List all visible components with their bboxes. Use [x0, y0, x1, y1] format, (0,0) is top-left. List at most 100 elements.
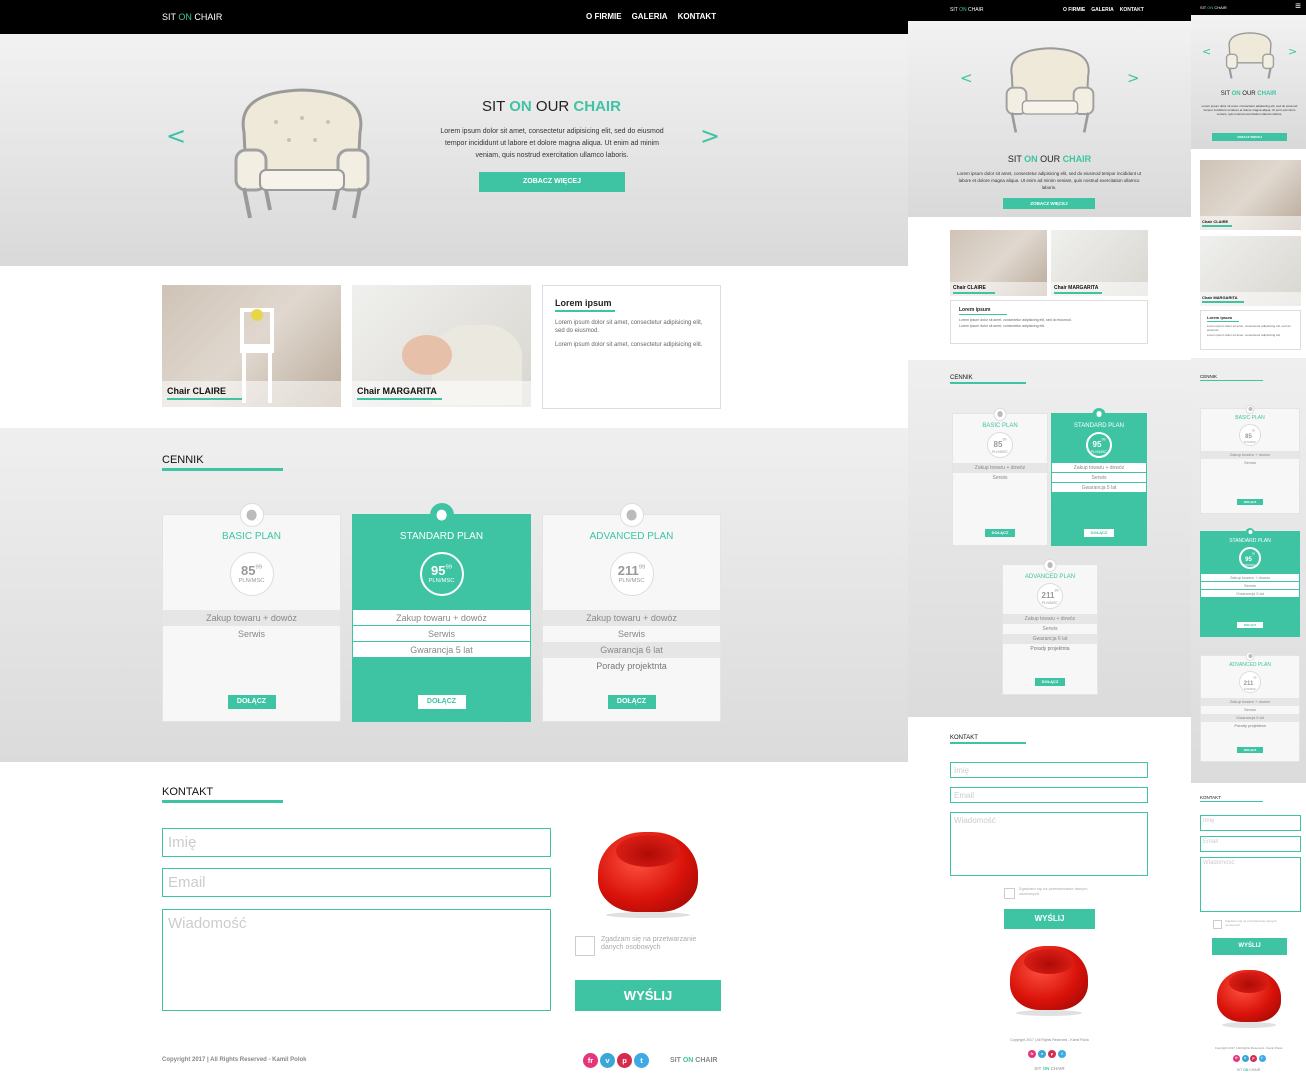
agree-label: Zgadzam się na przetwarzanie danych osob…: [601, 936, 697, 952]
message-textarea[interactable]: Wiadomość: [162, 909, 551, 1011]
plan-feature: Gwarancja 6 lat: [1003, 634, 1097, 644]
join-button[interactable]: DOŁĄCZ: [985, 529, 1015, 537]
agree-checkbox[interactable]: [575, 936, 595, 956]
plan-feature: Porady projektnta: [543, 658, 720, 674]
name-input[interactable]: Imię: [950, 762, 1148, 778]
plan-title: ADVANCED PLAN: [589, 531, 674, 542]
plan-feature: Gwarancja 6 lat: [1201, 714, 1299, 722]
plan-feature: Zakup towaru + dowóz: [163, 610, 340, 626]
email-input[interactable]: Email: [162, 868, 551, 897]
lorem-title: Lorem ipsum: [555, 298, 612, 308]
send-button[interactable]: WYŚLIJ: [1004, 909, 1095, 929]
nav-item-kontakt[interactable]: KONTAKT: [1120, 7, 1144, 13]
twitter-icon[interactable]: t: [1058, 1050, 1066, 1058]
message-textarea[interactable]: Wiadomość: [1200, 857, 1301, 912]
name-input[interactable]: Imię: [1200, 815, 1301, 831]
pricing-card: STANDARD PLAN 9599 PLN/MSC Zakup towaru + d…: [1200, 527, 1300, 637]
gallery-item-margarita[interactable]: Chair MARGARITA: [352, 285, 531, 407]
pricing-card: BASIC PLAN 8599 PLN/MSC Zakup towaru + dowó…: [1200, 404, 1300, 514]
see-more-button[interactable]: ZOBACZ WIĘCEJ: [479, 172, 625, 192]
brand-logo[interactable]: SIT ON CHAIR: [1200, 5, 1227, 10]
footer-brand: SIT ON CHAIR: [1236, 1068, 1261, 1072]
see-more-button[interactable]: ZOBACZ WIĘCEJ: [1003, 198, 1095, 209]
plan-features: Zakup towaru + dowóz Serwis Gwarancja 6 la…: [1201, 698, 1299, 730]
gallery-caption: Chair CLAIRE: [167, 386, 227, 396]
gallery-item-claire[interactable]: Chair CLAIRE: [1200, 160, 1301, 230]
vimeo-icon[interactable]: v: [1038, 1050, 1046, 1058]
section-title: KONTAKT: [950, 735, 1026, 744]
plan-feature: Porady projektnta: [1003, 644, 1097, 654]
name-input[interactable]: Imię: [162, 828, 551, 857]
gallery-item-claire[interactable]: Chair CLAIRE: [950, 230, 1047, 296]
gallery-item-margarita[interactable]: Chair MARGARITA: [1200, 236, 1301, 306]
navbar: SIT ON CHAIR O FIRMIE GALERIA KONTAKT: [0, 0, 908, 34]
pinterest-icon[interactable]: p: [1250, 1055, 1257, 1062]
hamburger-menu-icon[interactable]: ≡: [1295, 1, 1301, 12]
email-input[interactable]: Email: [1200, 836, 1301, 852]
plan-pin-icon: [239, 503, 264, 527]
section-title: KONTAKT: [1200, 795, 1263, 802]
vimeo-icon[interactable]: v: [600, 1053, 615, 1068]
twitter-icon[interactable]: t: [634, 1053, 649, 1068]
fr-icon[interactable]: fr: [583, 1053, 598, 1068]
pinterest-icon[interactable]: p: [617, 1053, 632, 1068]
plan-price: 21199 PLN/MSC: [1037, 583, 1063, 609]
pricing-section: CENNIK BASIC PLAN 8599 PLN/MSC Zakup towaru…: [1191, 358, 1306, 783]
slider-prev-arrow[interactable]: <: [166, 122, 186, 150]
plan-features: Zakup towaru + dowóz Serwis: [1201, 451, 1299, 467]
plan-features: Zakup towaru + dowóz Serwis Gwarancja 5 la…: [1052, 463, 1146, 493]
email-input[interactable]: Email: [950, 787, 1148, 803]
send-button[interactable]: WYŚLIJ: [575, 980, 721, 1011]
plan-feature: Serwis: [1201, 459, 1299, 467]
slider-prev-arrow[interactable]: <: [960, 69, 973, 87]
agree-checkbox[interactable]: [1213, 920, 1222, 929]
plan-features: Zakup towaru + dowóz Serwis Gwarancja 6 la…: [1003, 614, 1097, 654]
hero-title: SIT ON OUR CHAIR: [1220, 91, 1277, 97]
plan-feature: Serwis: [543, 626, 720, 642]
plan-feature: Porady projektnta: [1201, 722, 1299, 730]
hero-slider: < > SIT ON OUR CHAIR Lorem ipsum dolor s…: [908, 21, 1191, 217]
join-button[interactable]: DOŁĄCZ: [607, 695, 656, 709]
baby-image: [402, 335, 452, 375]
brand-logo[interactable]: SIT ON CHAIR: [950, 7, 984, 13]
slider-prev-arrow[interactable]: <: [1202, 45, 1211, 58]
footer-brand: SIT ON CHAIR: [670, 1057, 718, 1064]
vimeo-icon[interactable]: v: [1241, 1055, 1249, 1062]
gallery-item-claire[interactable]: Chair CLAIRE: [162, 285, 341, 407]
pinterest-icon[interactable]: p: [1048, 1050, 1056, 1058]
slider-next-arrow[interactable]: >: [700, 122, 720, 150]
join-button[interactable]: DOŁĄCZ: [1237, 499, 1263, 505]
slider-next-arrow[interactable]: >: [1127, 69, 1140, 87]
nav-item-firma[interactable]: O FIRMIE: [1063, 7, 1085, 13]
plan-pin-icon: [429, 503, 454, 527]
send-button[interactable]: WYŚLIJ: [1212, 938, 1287, 955]
join-button[interactable]: DOŁĄCZ: [417, 695, 466, 709]
fr-icon[interactable]: fr: [1233, 1055, 1240, 1062]
nav-item-galeria[interactable]: GALERIA: [632, 12, 668, 21]
plan-title: BASIC PLAN: [982, 423, 1018, 429]
pricing-card: BASIC PLAN 8599 PLN/MSC Zakup towaru + dowó…: [952, 407, 1048, 546]
join-button[interactable]: DOŁĄCZ: [1237, 747, 1263, 753]
join-button[interactable]: DOŁĄCZ: [227, 695, 276, 709]
hero-slider: < > SIT ON OUR CHAIR Lorem ipsum dolor s…: [0, 34, 908, 266]
nav-menu: O FIRMIE GALERIA KONTAKT: [586, 12, 716, 21]
nav-item-galeria[interactable]: GALERIA: [1091, 7, 1114, 13]
footer-brand: SIT ON CHAIR: [1034, 1066, 1065, 1071]
message-textarea[interactable]: Wiadomość: [950, 812, 1148, 876]
nav-item-firma[interactable]: O FIRMIE: [586, 12, 622, 21]
brand-logo[interactable]: SIT ON CHAIR: [162, 12, 222, 22]
gallery-item-margarita[interactable]: Chair MARGARITA: [1051, 230, 1148, 296]
pricing-card: ADVANCED PLAN 21199 PLN/MSC Zakup towaru + …: [542, 503, 721, 722]
navbar: SIT ON CHAIR O FIRMIE GALERIA KONTAKT: [908, 0, 1191, 21]
plan-feature: Serwis: [1052, 473, 1146, 483]
see-more-button[interactable]: ZOBACZ WIĘCEJ: [1212, 133, 1287, 141]
section-title: CENNIK: [950, 375, 1026, 384]
join-button[interactable]: DOŁĄCZ: [1237, 622, 1263, 628]
agree-checkbox[interactable]: [1004, 888, 1015, 899]
join-button[interactable]: DOŁĄCZ: [1035, 678, 1065, 686]
fr-icon[interactable]: fr: [1028, 1050, 1036, 1058]
slider-next-arrow[interactable]: >: [1288, 45, 1297, 58]
join-button[interactable]: DOŁĄCZ: [1084, 529, 1114, 537]
nav-item-kontakt[interactable]: KONTAKT: [678, 12, 717, 21]
twitter-icon[interactable]: t: [1258, 1055, 1266, 1062]
